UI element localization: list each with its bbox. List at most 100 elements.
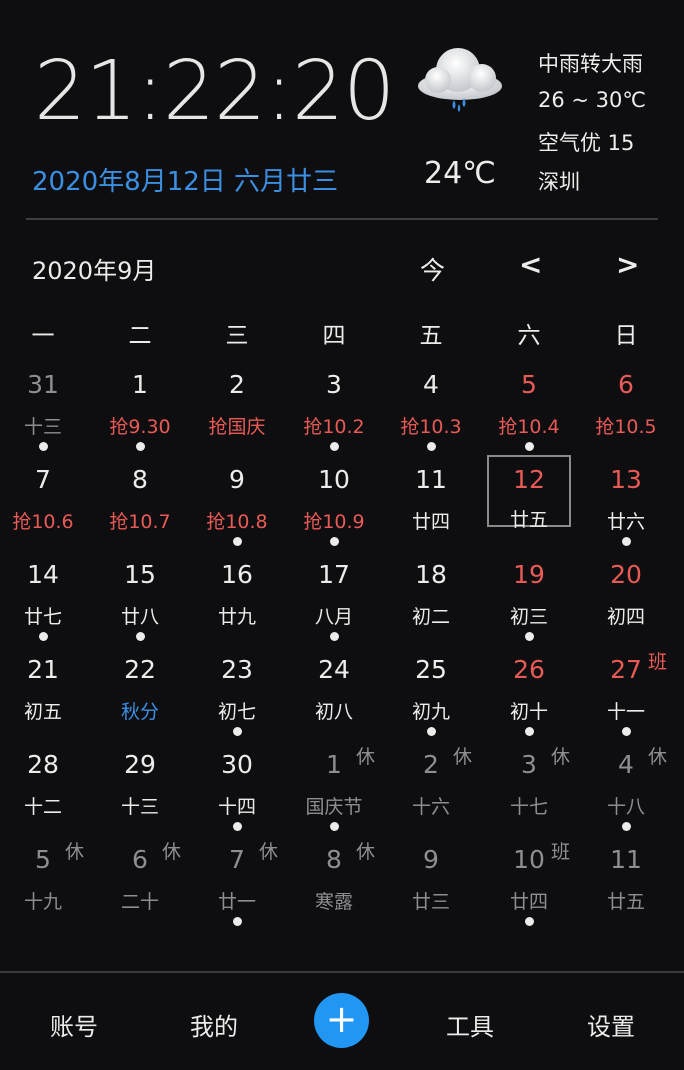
calendar-day[interactable]: 3 抢10.2 [290, 370, 378, 452]
calendar-day[interactable]: 17 八月 [290, 560, 378, 642]
event-dot [622, 727, 631, 736]
day-subtitle: 寒露 [314, 891, 353, 913]
calendar-day[interactable]: 2 十六休 [387, 746, 475, 832]
bottom-nav: 账号 我的 + 工具 设置 [0, 973, 684, 1070]
calendar-day[interactable]: 18 初二 [387, 560, 475, 642]
event-dot [525, 632, 534, 641]
day-subtitle: 秋分 [120, 701, 159, 723]
calendar-day[interactable]: 13 廿六 [582, 465, 670, 547]
calendar-day[interactable]: 5 抢10.4 [485, 370, 573, 452]
calendar-day[interactable]: 7 廿一休 [193, 841, 281, 927]
event-dot [330, 537, 339, 546]
day-number: 20 [610, 560, 642, 589]
day-subtitle: 十九 [23, 891, 62, 913]
calendar-day[interactable]: 11 廿五 [582, 845, 670, 927]
tab-account[interactable]: 账号 [50, 1007, 98, 1042]
day-subtitle: 廿八 [120, 606, 159, 628]
day-number: 25 [415, 655, 447, 684]
calendar-day[interactable]: 21 初五 [0, 655, 87, 737]
event-dot [136, 632, 145, 641]
day-subtitle: 抢9.30 [109, 416, 171, 438]
calendar-grid: 31 十三 1 抢9.30 2 抢国庆 3 抢10.2 4 抢10.3 5 抢10.4 6 抢10.5 7 抢… [0, 0, 684, 970]
calendar-day[interactable]: 6 抢10.5 [582, 370, 670, 452]
event-dot [330, 442, 339, 451]
day-subtitle: 初三 [509, 606, 548, 628]
day-number: 2 [229, 370, 245, 399]
calendar-day[interactable]: 26 初十 [485, 655, 573, 737]
calendar-day[interactable]: 31 十三 [0, 370, 87, 452]
calendar-day[interactable]: 14 廿七 [0, 560, 87, 642]
calendar-day[interactable]: 24 初八 [290, 655, 378, 737]
calendar-day[interactable]: 30 十四 [193, 750, 281, 832]
day-subtitle: 抢10.3 [400, 416, 462, 438]
holiday-badge: 休 [259, 841, 279, 863]
tab-settings[interactable]: 设置 [587, 1007, 635, 1042]
calendar-day[interactable]: 20 初四 [582, 560, 670, 642]
calendar-day[interactable]: 10 抢10.9 [290, 465, 378, 547]
tab-mine[interactable]: 我的 [190, 1007, 238, 1042]
calendar-day[interactable]: 16 廿九 [193, 560, 281, 642]
day-number: 9 [229, 465, 245, 494]
calendar-day[interactable]: 9 抢10.8 [193, 465, 281, 547]
calendar-day[interactable]: 28 十二 [0, 750, 87, 832]
day-subtitle: 廿四 [411, 511, 450, 533]
calendar-day[interactable]: 4 十八休 [582, 746, 670, 832]
calendar-day[interactable]: 29 十三 [96, 750, 184, 832]
calendar-day[interactable]: 8 抢10.7 [96, 465, 184, 547]
day-subtitle: 十二 [23, 796, 62, 818]
day-subtitle: 抢10.9 [303, 511, 365, 533]
holiday-badge: 休 [648, 746, 668, 768]
calendar-day[interactable]: 8 寒露休 [290, 841, 378, 927]
event-dot [525, 727, 534, 736]
calendar-day[interactable]: 7 抢10.6 [0, 465, 87, 547]
calendar-day[interactable]: 1 抢9.30 [96, 370, 184, 452]
workday-badge: 班 [648, 651, 668, 673]
add-button[interactable]: + [314, 993, 369, 1048]
day-subtitle: 十一 [606, 701, 645, 723]
day-subtitle: 廿五 [606, 891, 645, 913]
day-subtitle: 初九 [411, 701, 450, 723]
day-number: 18 [415, 560, 447, 589]
event-dot [525, 442, 534, 451]
tab-tools[interactable]: 工具 [446, 1007, 494, 1042]
day-subtitle: 抢10.6 [12, 511, 74, 533]
day-subtitle: 抢国庆 [208, 416, 266, 438]
holiday-badge: 休 [356, 746, 376, 768]
day-subtitle: 廿五 [509, 509, 548, 531]
event-dot [330, 822, 339, 831]
day-subtitle: 廿一 [217, 891, 256, 913]
calendar-day[interactable]: 10 廿四班 [485, 841, 573, 927]
calendar-day[interactable]: 3 十七休 [485, 746, 573, 832]
calendar-day[interactable]: 23 初七 [193, 655, 281, 737]
day-number: 9 [423, 845, 439, 874]
event-dot [39, 632, 48, 641]
calendar-day[interactable]: 2 抢国庆 [193, 370, 281, 452]
event-dot [39, 442, 48, 451]
calendar-day[interactable]: 4 抢10.3 [387, 370, 475, 452]
calendar-day[interactable]: 25 初九 [387, 655, 475, 737]
calendar-day[interactable]: 11 廿四 [387, 465, 475, 547]
day-subtitle: 抢10.8 [206, 511, 268, 533]
day-number: 24 [318, 655, 350, 684]
holiday-badge: 休 [356, 841, 376, 863]
holiday-badge: 休 [453, 746, 473, 768]
calendar-day[interactable]: 1 国庆节休 [290, 746, 378, 832]
workday-badge: 班 [551, 841, 571, 863]
calendar-day[interactable]: 9 廿三 [387, 845, 475, 927]
day-number: 11 [610, 845, 642, 874]
calendar-day[interactable]: 5 十九休 [0, 841, 87, 927]
day-subtitle: 十三 [23, 416, 62, 438]
event-dot [427, 727, 436, 736]
day-number: 15 [124, 560, 156, 589]
calendar-day[interactable]: 6 二十休 [96, 841, 184, 927]
calendar-day-selected[interactable]: 12 廿五 [487, 455, 571, 531]
calendar-day[interactable]: 27 十一班 [582, 651, 670, 737]
event-dot [427, 442, 436, 451]
calendar-day[interactable]: 19 初三 [485, 560, 573, 642]
day-subtitle: 八月 [314, 606, 353, 628]
event-dot [622, 537, 631, 546]
calendar-day[interactable]: 15 廿八 [96, 560, 184, 642]
calendar-day[interactable]: 22 秋分 [96, 655, 184, 737]
day-subtitle: 抢10.2 [303, 416, 365, 438]
day-subtitle: 初十 [509, 701, 548, 723]
